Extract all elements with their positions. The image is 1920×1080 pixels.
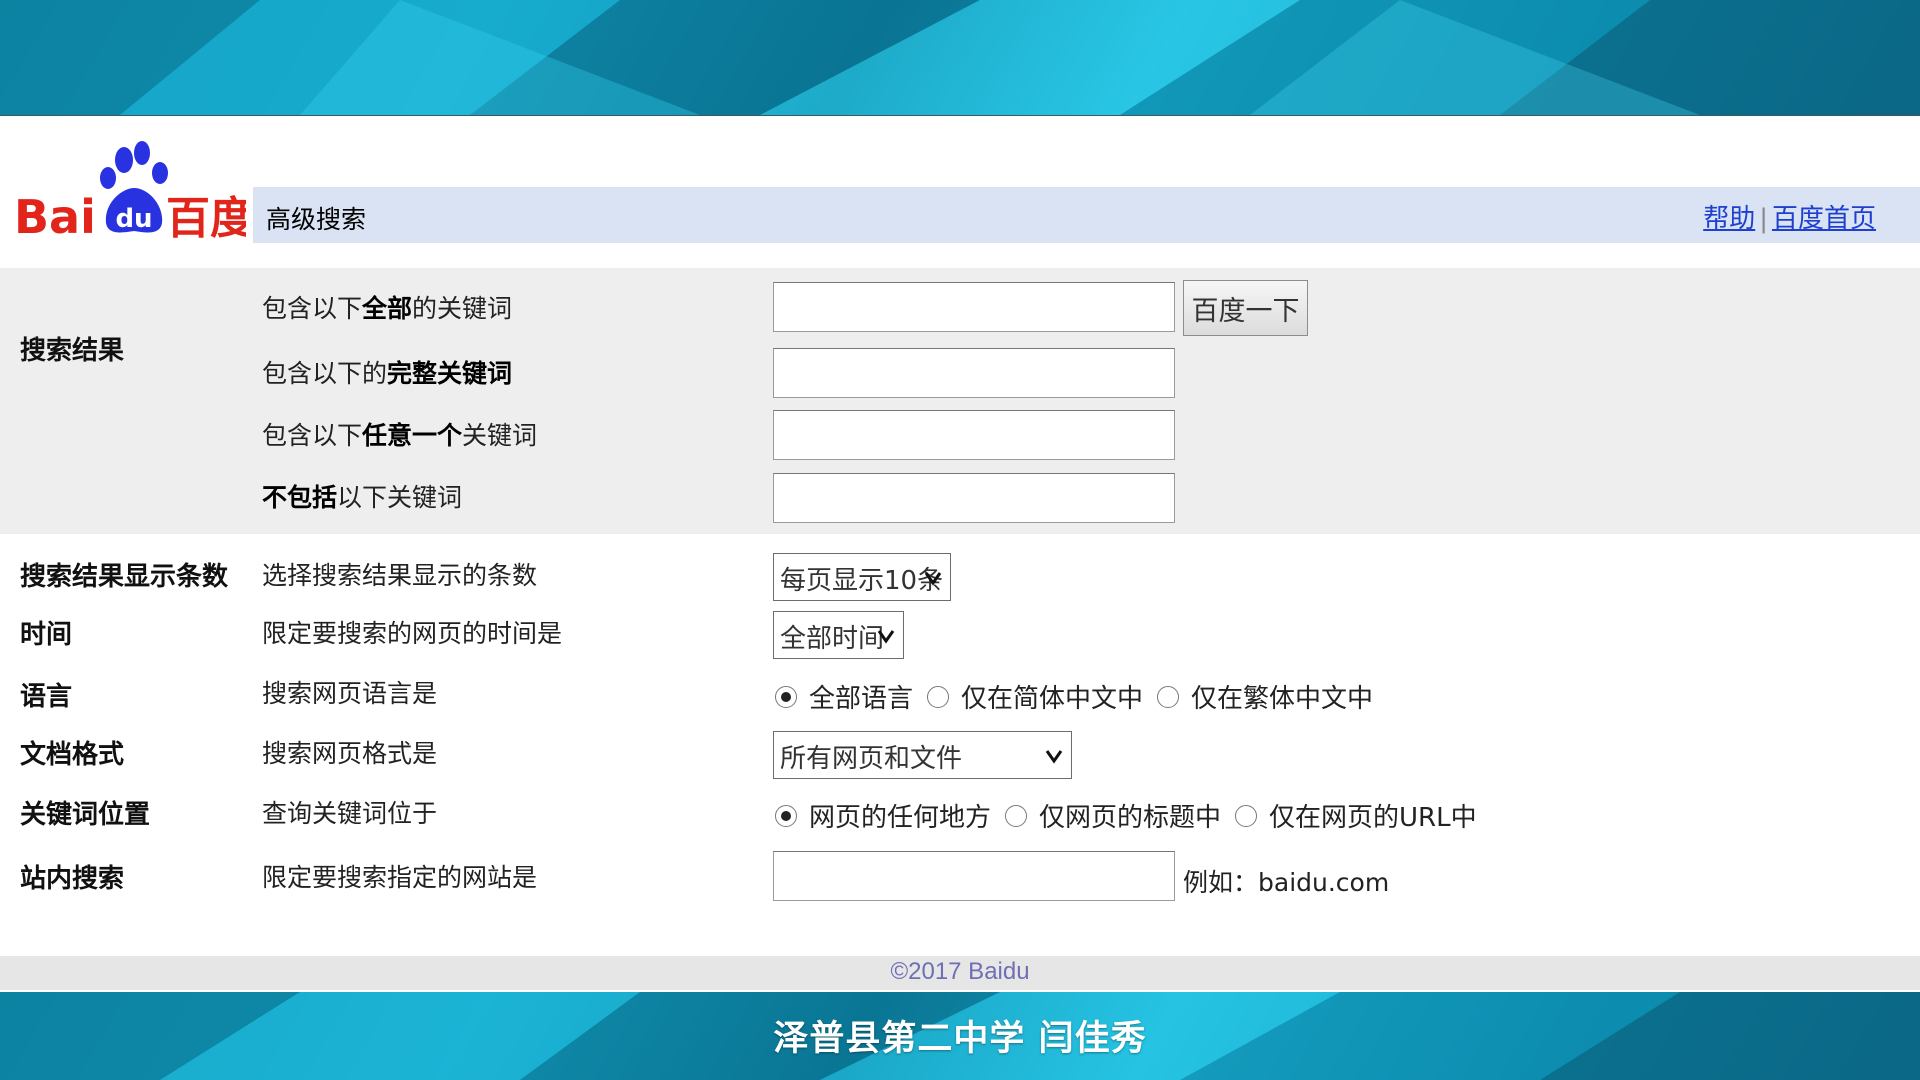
format-select[interactable]: 所有网页和文件 bbox=[773, 731, 1072, 779]
position-option-url[interactable]: 仅在网页的URL中 bbox=[1235, 797, 1477, 834]
all-keywords-label: 包含以下全部的关键词 bbox=[262, 294, 513, 323]
site-example-text: 例如：baidu.com bbox=[1183, 868, 1390, 897]
language-desc: 搜索网页语言是 bbox=[262, 679, 438, 708]
svg-text:百度: 百度 bbox=[166, 193, 246, 243]
format-label: 文档格式 bbox=[20, 740, 125, 770]
page-title: 高级搜索 bbox=[266, 205, 367, 234]
time-label: 时间 bbox=[20, 620, 73, 650]
language-option-all[interactable]: 全部语言 bbox=[775, 678, 913, 715]
format-desc: 搜索网页格式是 bbox=[262, 739, 438, 768]
any-keyword-input[interactable] bbox=[773, 410, 1175, 460]
language-option-simplified[interactable]: 仅在简体中文中 bbox=[927, 678, 1143, 715]
time-select[interactable]: 全部时间 bbox=[773, 611, 904, 659]
copyright-text: ©2017 Baidu bbox=[890, 958, 1030, 985]
radio-button[interactable] bbox=[775, 685, 797, 708]
exclude-keywords-label: 不包括以下关键词 bbox=[262, 483, 463, 512]
radio-button[interactable] bbox=[1005, 804, 1028, 827]
site-search-desc: 限定要搜索指定的网站是 bbox=[262, 863, 538, 892]
results-count-desc: 选择搜索结果显示的条数 bbox=[262, 561, 538, 590]
language-radio-group: 全部语言 仅在简体中文中 仅在繁体中文中 bbox=[775, 678, 1387, 715]
all-keywords-input[interactable] bbox=[773, 282, 1175, 332]
search-results-label: 搜索结果 bbox=[20, 336, 125, 366]
radio-button[interactable] bbox=[1157, 685, 1180, 708]
position-option-anywhere[interactable]: 网页的任何地方 bbox=[775, 797, 991, 834]
exact-phrase-input[interactable] bbox=[773, 348, 1175, 398]
time-desc: 限定要搜索的网页的时间是 bbox=[262, 619, 563, 648]
top-banner bbox=[0, 0, 1920, 116]
site-search-label: 站内搜索 bbox=[20, 864, 125, 894]
chevron-down-icon bbox=[1045, 750, 1063, 764]
language-option-traditional[interactable]: 仅在繁体中文中 bbox=[1157, 678, 1373, 715]
baidu-logo[interactable]: du Bai 百度 bbox=[14, 133, 254, 244]
format-value: 所有网页和文件 bbox=[780, 744, 963, 774]
radio-button[interactable] bbox=[775, 804, 797, 827]
site-search-input[interactable] bbox=[773, 851, 1175, 901]
results-count-value: 每页显示10条 bbox=[780, 566, 944, 596]
exclude-keywords-input[interactable] bbox=[773, 473, 1175, 523]
language-label: 语言 bbox=[20, 682, 73, 712]
bottom-banner: 泽普县第二中学 闫佳秀 bbox=[0, 992, 1920, 1080]
keyword-position-desc: 查询关键词位于 bbox=[262, 799, 438, 828]
results-count-select[interactable]: 每页显示10条 bbox=[773, 553, 951, 601]
keyword-position-radio-group: 网页的任何地方 仅网页的标题中 仅在网页的URL中 bbox=[775, 797, 1491, 834]
position-option-title[interactable]: 仅网页的标题中 bbox=[1005, 797, 1221, 834]
link-separator: | bbox=[1759, 204, 1768, 234]
radio-button[interactable] bbox=[1235, 804, 1258, 827]
keyword-position-label: 关键词位置 bbox=[20, 800, 151, 830]
title-bar: 高级搜索 帮助 | 百度首页 bbox=[253, 187, 1920, 243]
svg-text:Bai: Bai bbox=[14, 190, 96, 243]
baidu-home-link[interactable]: 百度首页 bbox=[1772, 204, 1876, 234]
help-link[interactable]: 帮助 bbox=[1703, 204, 1755, 234]
exact-phrase-label: 包含以下的完整关键词 bbox=[262, 359, 513, 388]
chevron-down-icon bbox=[877, 630, 895, 644]
radio-button[interactable] bbox=[927, 685, 950, 708]
search-button[interactable]: 百度一下 bbox=[1183, 280, 1308, 336]
footer-caption: 泽普县第二中学 闫佳秀 bbox=[773, 1019, 1147, 1059]
header-links: 帮助 | 百度首页 bbox=[1703, 198, 1876, 235]
results-count-label: 搜索结果显示条数 bbox=[20, 562, 229, 592]
chevron-down-icon bbox=[924, 572, 942, 586]
any-keyword-label: 包含以下任意一个关键词 bbox=[262, 421, 538, 450]
svg-text:du: du bbox=[115, 204, 152, 234]
time-value: 全部时间 bbox=[780, 624, 885, 654]
copyright-bar: ©2017 Baidu bbox=[0, 956, 1920, 990]
